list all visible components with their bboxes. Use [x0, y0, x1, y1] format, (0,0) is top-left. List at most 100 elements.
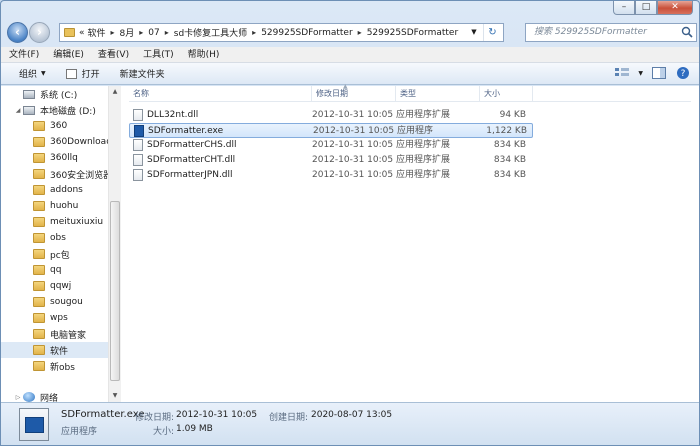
- sidebar-item-folder[interactable]: meituxiuxiu: [1, 214, 108, 230]
- sidebar-item-folder-selected[interactable]: 软件: [1, 342, 108, 358]
- chevron-right-icon[interactable]: ▸: [111, 28, 115, 37]
- file-date: 2012-10-31 10:05: [312, 170, 394, 180]
- address-bar[interactable]: « 软件 ▸ 8月 ▸ 07 ▸ sd卡修复工具大师 ▸ 529925SDFormatt…: [59, 23, 504, 42]
- content-area: 系统 (C:) ◢ 本地磁盘 (D:) 360 360Downloads 360l…: [1, 83, 699, 404]
- menu-edit[interactable]: 编辑(E): [53, 47, 84, 62]
- search-icon[interactable]: [681, 26, 693, 38]
- back-arrow-icon[interactable]: ‹: [7, 22, 28, 43]
- file-name-cell: SDFormatter.exe: [134, 124, 223, 138]
- maximize-button[interactable]: □: [635, 1, 657, 15]
- folder-icon: [33, 233, 45, 243]
- navigation-pane: 系统 (C:) ◢ 本地磁盘 (D:) 360 360Downloads 360l…: [1, 86, 121, 404]
- column-header-size[interactable]: 大小: [480, 86, 533, 102]
- file-row-selected[interactable]: SDFormatter.exe 2012-10-31 10:05 应用程序 1,…: [129, 123, 533, 138]
- expand-arrow-icon[interactable]: ▷: [13, 394, 23, 401]
- column-header-type[interactable]: 类型: [396, 86, 480, 102]
- open-button[interactable]: 打开: [65, 67, 100, 80]
- scrollbar-thumb[interactable]: [110, 201, 120, 381]
- sidebar-item-local-drive[interactable]: ◢ 本地磁盘 (D:): [1, 102, 108, 118]
- help-icon[interactable]: ?: [675, 66, 691, 80]
- window-icon: [65, 68, 77, 79]
- sidebar-item-folder[interactable]: pc包: [1, 246, 108, 262]
- sidebar-item-folder[interactable]: wps: [1, 310, 108, 326]
- sidebar-item-label: pc包: [50, 250, 70, 261]
- menu-tools[interactable]: 工具(T): [143, 47, 174, 62]
- folder-icon: [33, 137, 45, 147]
- folder-icon: [33, 185, 45, 195]
- chevron-right-icon[interactable]: ▸: [358, 28, 362, 37]
- sidebar-item-folder[interactable]: 360llq: [1, 150, 108, 166]
- folder-icon: [33, 121, 45, 131]
- sidebar-item-folder[interactable]: addons: [1, 182, 108, 198]
- forward-arrow-icon[interactable]: ›: [29, 22, 50, 43]
- file-type: 应用程序扩展: [396, 170, 451, 180]
- file-name-cell: SDFormatterJPN.dll: [133, 168, 233, 182]
- details-modified-label: 修改日期:: [135, 413, 175, 423]
- breadcrumb-item[interactable]: 07: [148, 28, 159, 38]
- sidebar-item-folder[interactable]: 电脑管家: [1, 326, 108, 342]
- folder-icon: [64, 28, 75, 37]
- network-icon: [23, 392, 35, 402]
- sidebar-item-folder[interactable]: qq: [1, 262, 108, 278]
- sidebar-item-folder[interactable]: sougou: [1, 294, 108, 310]
- sidebar-item-folder[interactable]: obs: [1, 230, 108, 246]
- breadcrumb-item[interactable]: 软件: [88, 26, 106, 39]
- sidebar-item-folder[interactable]: 新obs: [1, 358, 108, 374]
- refresh-icon[interactable]: ↻: [483, 24, 501, 41]
- scroll-up-icon[interactable]: ▲: [109, 86, 121, 98]
- menu-view[interactable]: 查看(V): [98, 47, 129, 62]
- file-row[interactable]: SDFormatterJPN.dll 2012-10-31 10:05 应用程序…: [129, 168, 533, 183]
- chevron-right-icon[interactable]: ▸: [252, 28, 256, 37]
- organize-label: 组织: [19, 70, 38, 80]
- expand-arrow-icon[interactable]: ◢: [13, 107, 23, 114]
- caret-down-icon[interactable]: ▼: [638, 70, 643, 77]
- sidebar-item-label: qqwj: [50, 281, 72, 291]
- caption-buttons: – □ ✕: [613, 1, 693, 15]
- sidebar-item-folder[interactable]: 360Downloads: [1, 134, 108, 150]
- sidebar-scrollbar[interactable]: ▲ ▼: [108, 86, 121, 402]
- chevron-down-icon[interactable]: ▼: [467, 24, 481, 41]
- breadcrumb-item[interactable]: 529925SDFormatter: [367, 28, 458, 38]
- sidebar-item-label: 软件: [50, 346, 69, 357]
- menu-file[interactable]: 文件(F): [9, 47, 39, 62]
- chevron-right-icon[interactable]: ▸: [165, 28, 169, 37]
- folder-icon: [33, 153, 45, 163]
- sidebar-item-folder[interactable]: 360安全浏览器: [1, 166, 108, 182]
- dll-file-icon: [133, 154, 143, 166]
- folder-icon: [33, 361, 45, 371]
- sidebar-item-label: 系统 (C:): [40, 90, 78, 101]
- preview-pane-icon[interactable]: [651, 66, 667, 80]
- details-pane: SDFormatter.exe 修改日期: 2012-10-31 10:05 创…: [1, 402, 699, 445]
- new-folder-button[interactable]: 新建文件夹: [120, 67, 165, 80]
- breadcrumb-item[interactable]: sd卡修复工具大师: [174, 26, 247, 39]
- file-name-cell: DLL32nt.dll: [133, 108, 198, 122]
- search-input[interactable]: 搜索 529925SDFormatter: [525, 23, 697, 42]
- sidebar-item-system-drive[interactable]: 系统 (C:): [1, 86, 108, 102]
- sidebar-item-folder[interactable]: qqwj: [1, 278, 108, 294]
- minimize-button[interactable]: –: [613, 1, 635, 15]
- column-header-name[interactable]: 名称: [129, 86, 312, 102]
- chevron-right-icon[interactable]: ▸: [139, 28, 143, 37]
- sidebar-item-label: 360Downloads: [50, 137, 108, 147]
- file-row[interactable]: DLL32nt.dll 2012-10-31 10:05 应用程序扩展 94 K…: [129, 108, 533, 123]
- file-row[interactable]: SDFormatterCHS.dll 2012-10-31 10:05 应用程序…: [129, 138, 533, 153]
- close-button[interactable]: ✕: [657, 1, 693, 15]
- view-options-icon[interactable]: [614, 66, 630, 80]
- organize-button[interactable]: 组织 ▼: [19, 67, 46, 80]
- sidebar-item-folder[interactable]: 360: [1, 118, 108, 134]
- details-modified-value: 2012-10-31 10:05: [176, 410, 258, 420]
- breadcrumb-item[interactable]: 529925SDFormatter: [261, 28, 352, 38]
- breadcrumb-item[interactable]: 8月: [120, 26, 135, 39]
- menu-help[interactable]: 帮助(H): [188, 47, 220, 62]
- explorer-window: – □ ✕ ‹ › « 软件 ▸ 8月 ▸ 07 ▸ sd卡修复工具大师 ▸ 52992…: [0, 0, 700, 446]
- dll-file-icon: [133, 109, 143, 121]
- exe-file-icon: [134, 125, 144, 137]
- folder-icon: [33, 249, 45, 259]
- scroll-down-icon[interactable]: ▼: [109, 390, 121, 402]
- file-name: SDFormatterCHT.dll: [147, 155, 236, 165]
- file-row[interactable]: SDFormatterCHT.dll 2012-10-31 10:05 应用程序…: [129, 153, 533, 168]
- dll-file-icon: [133, 139, 143, 151]
- sidebar-item-folder[interactable]: huohu: [1, 198, 108, 214]
- breadcrumb-overflow[interactable]: «: [79, 28, 85, 38]
- column-header-date[interactable]: 修改日期: [312, 86, 396, 102]
